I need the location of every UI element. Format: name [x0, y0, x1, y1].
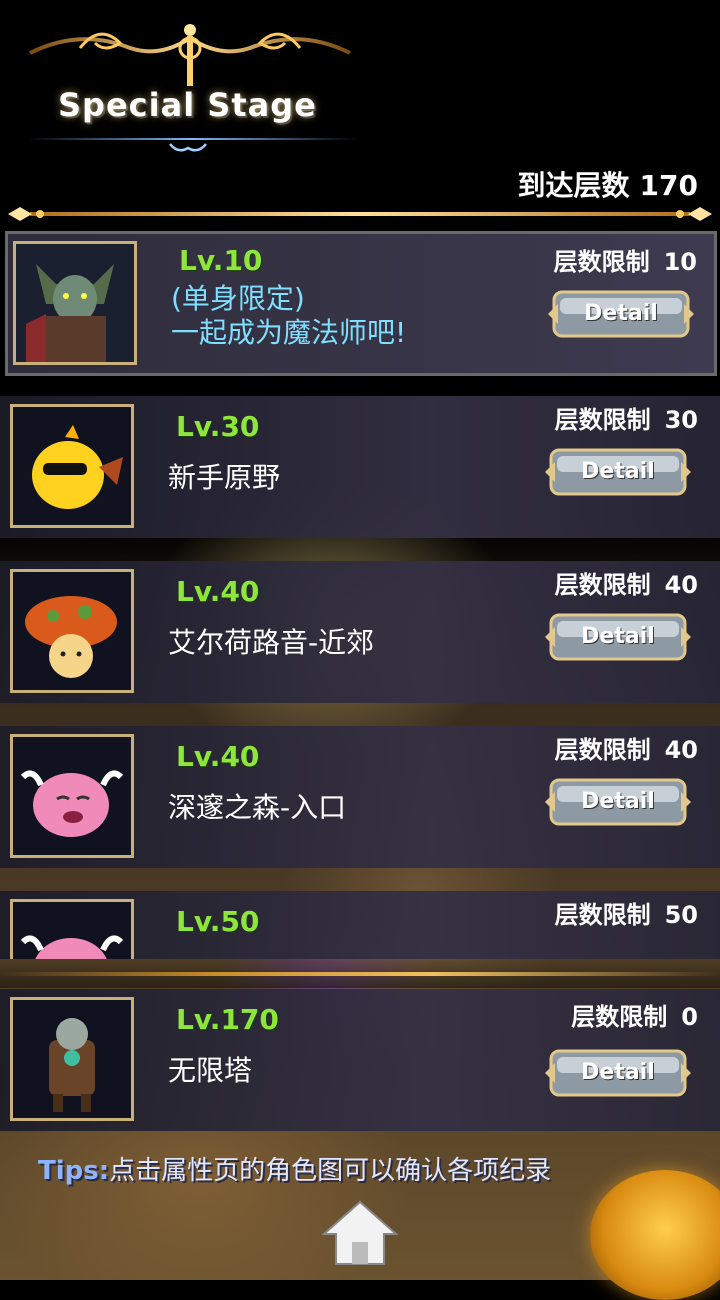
detail-button-label: Detail [581, 1060, 655, 1085]
list-separator [0, 972, 720, 976]
home-icon[interactable] [320, 1198, 400, 1268]
floor-limit-label: 层数限制 [554, 901, 651, 929]
stage-portrait[interactable] [13, 241, 137, 365]
reach-value: 170 [639, 169, 698, 202]
gold-coin-decoration [590, 1170, 720, 1300]
tips-prefix: Tips: [38, 1156, 110, 1186]
tree-creature-icon [13, 1000, 131, 1118]
reach-label: 到达层数 [517, 169, 630, 202]
stage-level: Lv.10 [179, 244, 263, 277]
floor-limit: 层数限制 40 [555, 730, 698, 765]
floor-limit-value: 50 [664, 901, 698, 929]
stage-row-1[interactable]: Lv.10 (单身限定) 一起成为魔法师吧! 层数限制 10 Detail [5, 231, 717, 376]
floor-limit: 层数限制 50 [555, 895, 698, 930]
floor-limit-label: 层数限制 [554, 736, 651, 764]
floor-limit: 层数限制 10 [554, 242, 697, 277]
floor-limit-label: 层数限制 [571, 1003, 668, 1031]
mushroom-icon [13, 572, 131, 690]
page-title: Special Stage [58, 86, 317, 124]
stage-portrait[interactable] [10, 404, 134, 528]
stage-level: Lv.40 [176, 740, 260, 773]
floor-limit: 层数限制 40 [555, 565, 698, 600]
stage-portrait[interactable] [10, 899, 134, 959]
yellow-chick-icon [13, 407, 131, 525]
stage-name: 艾尔荷路音-近郊 [168, 626, 375, 659]
detail-button-label: Detail [581, 459, 655, 484]
detail-button[interactable]: Detail [543, 1045, 693, 1101]
stage-row-3[interactable]: Lv.40 艾尔荷路音-近郊 层数限制 40 Detail [0, 561, 720, 703]
detail-button[interactable]: Detail [543, 774, 693, 830]
detail-button[interactable]: Detail [543, 444, 693, 500]
floor-limit: 层数限制 30 [555, 400, 698, 435]
stage-row-4[interactable]: Lv.40 深邃之森-入口 层数限制 40 Detail [0, 726, 720, 868]
ornament-icon [29, 24, 351, 86]
stage-portrait[interactable] [10, 569, 134, 693]
pink-slime-icon [13, 737, 131, 855]
floor-limit-value: 40 [664, 571, 698, 599]
floor-limit-value: 40 [664, 736, 698, 764]
floor-limit-value: 10 [663, 248, 697, 276]
stage-name: 深邃之森-入口 [168, 791, 347, 824]
armored-knight-icon [16, 244, 134, 362]
stage-name: (单身限定) 一起成为魔法师吧! [171, 282, 406, 350]
stage-level: Lv.30 [176, 410, 260, 443]
detail-button-label: Detail [584, 301, 658, 326]
floor-limit-label: 层数限制 [553, 248, 650, 276]
stage-name-line2: 一起成为魔法师吧! [171, 316, 407, 349]
stage-name: 无限塔 [168, 1054, 253, 1087]
stage-portrait[interactable] [10, 997, 134, 1121]
floor-limit-value: 0 [681, 1003, 698, 1031]
reach-floor-display: 到达层数 170 [518, 164, 698, 204]
tips-text: Tips:点击属性页的角色图可以确认各项纪录 [38, 1150, 551, 1187]
stage-row-5[interactable]: Lv.50 层数限制 50 [0, 891, 720, 959]
stage-name-line1: (单身限定) [171, 282, 305, 315]
header: Special Stage 到达层数 170 [0, 0, 720, 230]
gold-divider [8, 207, 712, 221]
tips-body: 点击属性页的角色图可以确认各项纪录 [109, 1156, 552, 1186]
infinite-tower-row[interactable]: Lv.170 无限塔 层数限制 0 Detail [0, 989, 720, 1131]
title-ornament-icon [169, 143, 207, 152]
stage-row-2[interactable]: Lv.30 新手原野 层数限制 30 Detail [0, 396, 720, 538]
stage-level: Lv.50 [176, 905, 260, 938]
stage-level: Lv.170 [176, 1003, 279, 1036]
detail-button-label: Detail [581, 789, 655, 814]
pink-slime-icon [13, 902, 131, 959]
detail-button-label: Detail [581, 624, 655, 649]
stage-portrait[interactable] [10, 734, 134, 858]
floor-limit-value: 30 [664, 406, 698, 434]
stage-name: 新手原野 [168, 461, 281, 494]
floor-limit-label: 层数限制 [554, 571, 651, 599]
detail-button[interactable]: Detail [546, 286, 696, 342]
stage-level: Lv.40 [176, 575, 260, 608]
floor-limit-label: 层数限制 [554, 406, 651, 434]
detail-button[interactable]: Detail [543, 609, 693, 665]
floor-limit: 层数限制 0 [571, 997, 698, 1032]
